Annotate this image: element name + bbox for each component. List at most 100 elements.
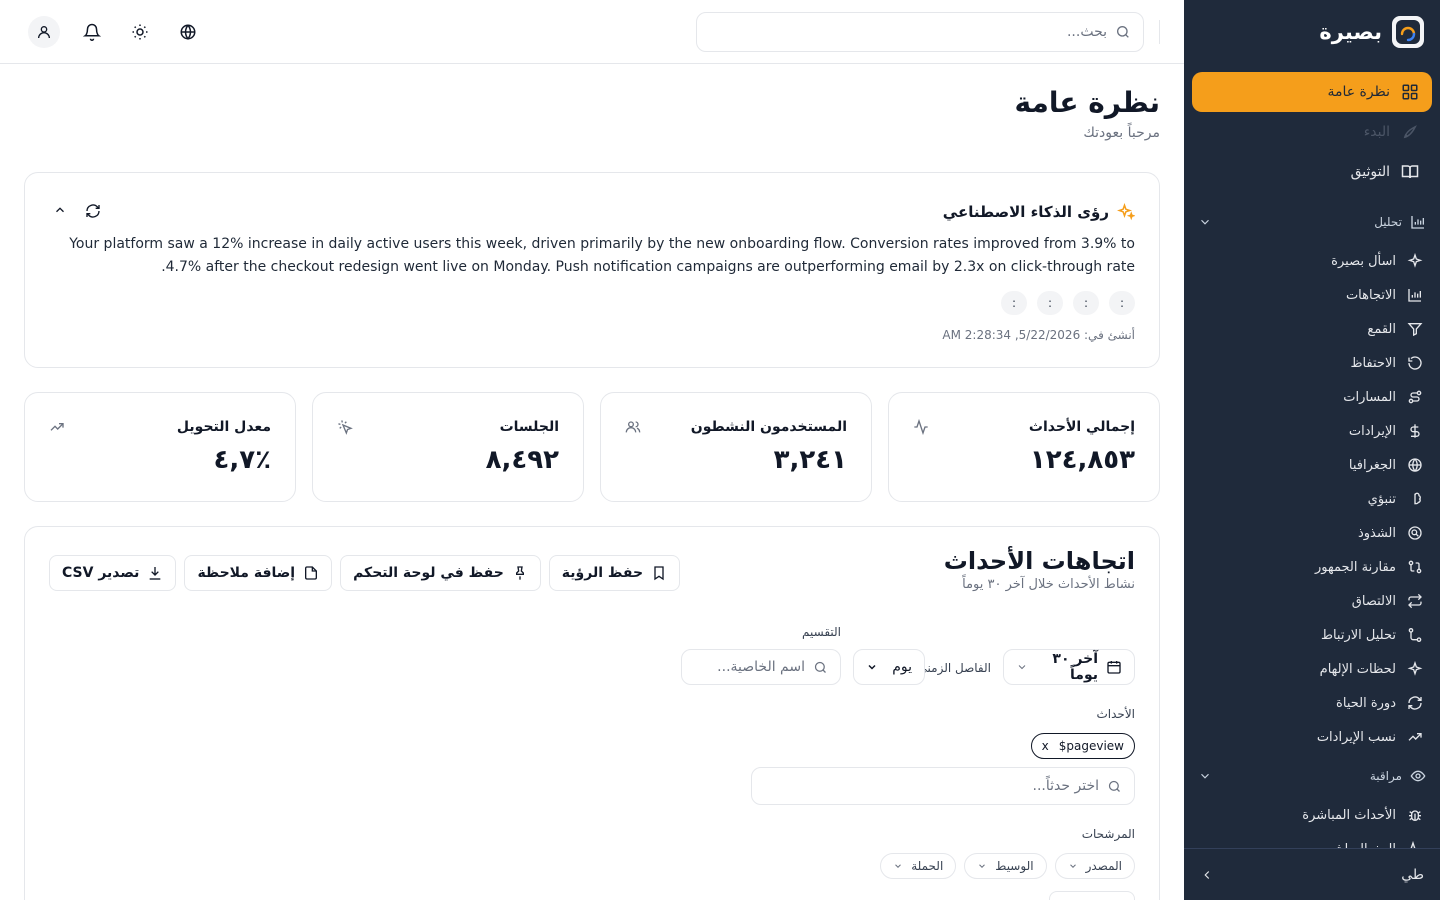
globe-icon (1406, 456, 1424, 474)
save-to-dashboard-button[interactable]: حفظ في لوحة التحكم (340, 555, 541, 591)
scan-icon (1406, 524, 1424, 542)
filter-label: المصدر (1085, 859, 1122, 873)
sidebar-item-overview[interactable]: نظرة عامة (1192, 72, 1432, 112)
divider (1159, 20, 1160, 44)
event-chip-pageview[interactable]: $pageview x (1030, 733, 1135, 759)
sidebar-item-revenue-attribution[interactable]: نسب الإيرادات (1184, 720, 1440, 754)
theme-toggle-button[interactable] (124, 16, 156, 48)
bookmark-icon (651, 565, 667, 581)
stat-value: ٪٤,٧ (213, 445, 272, 475)
sidebar-item-funnel[interactable]: القمع (1184, 312, 1440, 346)
sidebar-item-ask[interactable]: اسأل بصيرة (1184, 244, 1440, 278)
event-select-input[interactable]: اختر حدثاً... (751, 767, 1135, 805)
refresh-icon[interactable] (85, 203, 101, 219)
stat-value: ٨,٤٩٢ (485, 445, 559, 475)
insight-pill[interactable]: : (1001, 291, 1027, 315)
sidebar-item-audience-compare[interactable]: مقارنة الجمهور (1184, 550, 1440, 584)
search-icon (813, 660, 828, 675)
filter-label: الوسيط (995, 859, 1034, 873)
collapse-sidebar-button[interactable]: طي (1184, 848, 1440, 900)
interval-label: الفاصل الزمني (917, 661, 991, 675)
sidebar-item-getting-started[interactable]: البدء (1192, 112, 1432, 152)
trending-up-icon (1406, 728, 1424, 746)
grid-icon (1400, 82, 1420, 102)
sidebar-item-aha-moments[interactable]: لحظات الإلهام (1184, 652, 1440, 686)
sidebar-item-label: تنبؤي (1367, 491, 1396, 507)
sidebar-item-trends[interactable]: الاتجاهات (1184, 278, 1440, 312)
chevron-down-icon (1068, 861, 1078, 871)
sidebar-item-label: التوثيق (1350, 164, 1390, 180)
pointer-click-icon (337, 419, 353, 435)
calendar-icon (1106, 659, 1122, 675)
page-title: نظرة عامة (1014, 86, 1160, 119)
sidebar-item-retention[interactable]: الاحتفاظ (1184, 346, 1440, 380)
sidebar-item-paths[interactable]: المسارات (1184, 380, 1440, 414)
funnel-icon (1406, 320, 1424, 338)
filter-medium[interactable]: الوسيط (964, 853, 1047, 879)
section-monitoring[interactable]: مراقبة (1184, 754, 1440, 798)
dollar-icon (1406, 422, 1424, 440)
sidebar-item-predictive[interactable]: تنبؤي (1184, 482, 1440, 516)
stat-value: ٣,٢٤١ (773, 445, 847, 475)
chevron-down-icon[interactable] (1198, 769, 1212, 783)
trends-title: اتجاهات الأحداث (943, 547, 1135, 575)
button-label: تصدير CSV (62, 565, 140, 581)
stat-label: الجلسات (499, 419, 559, 435)
rotate-icon (1406, 354, 1424, 372)
stat-card-sessions: الجلسات ٨,٤٩٢ (312, 392, 584, 502)
sidebar-item-geography[interactable]: الجغرافيا (1184, 448, 1440, 482)
add-note-button[interactable]: إضافة ملاحظة (184, 555, 333, 591)
event-trends-card: اتجاهات الأحداث نشاط الأحداث خلال آخر ٣٠… (24, 526, 1160, 900)
sidebar-item-stickiness[interactable]: الالتصاق (1184, 584, 1440, 618)
sidebar-item-correlation[interactable]: تحليل الارتباط (1184, 618, 1440, 652)
sidebar-item-docs[interactable]: التوثيق (1192, 152, 1432, 192)
event-placeholder: اختر حدثاً... (1032, 778, 1099, 794)
ai-insights-text: Your platform saw a 12% increase in dail… (69, 236, 1135, 275)
rocket-icon (1400, 122, 1420, 142)
chevron-down-icon[interactable] (1198, 215, 1212, 229)
sidebar-item-label: البدء (1363, 124, 1390, 140)
interval-select[interactable]: يوم (853, 649, 925, 685)
export-csv-button[interactable]: تصدير CSV (49, 555, 177, 591)
sidebar-item-label: الشذوذ (1357, 525, 1396, 541)
sidebar-item-label: مقارنة الجمهور (1315, 559, 1396, 575)
refresh-icon (1406, 694, 1424, 712)
trends-subtitle: نشاط الأحداث خلال آخر ٣٠ يوماً (962, 577, 1135, 592)
breakdown-placeholder: اسم الخاصية... (717, 659, 805, 675)
compare-icon (1406, 558, 1424, 576)
sidebar-item-label: لحظات الإلهام (1319, 661, 1396, 677)
insight-pill[interactable]: : (1037, 291, 1063, 315)
sidebar-item-label: القمع (1367, 321, 1396, 337)
section-analytics[interactable]: تحليل (1184, 200, 1440, 244)
save-view-button[interactable]: حفظ الرؤية (548, 555, 681, 591)
user-avatar-button[interactable] (28, 16, 60, 48)
brand[interactable]: بصيرة (1184, 0, 1440, 64)
filter-value-input[interactable] (1049, 891, 1135, 900)
sparkles-icon (1117, 203, 1135, 221)
trends-actions: تصدير CSV إضافة ملاحظة حفظ في لوحة التحك… (49, 555, 681, 591)
sidebar-item-lifecycle[interactable]: دورة الحياة (1184, 686, 1440, 720)
users-icon (625, 419, 641, 435)
globe-icon (179, 23, 197, 41)
search-input[interactable]: بحث... (696, 12, 1144, 52)
sun-icon (131, 23, 149, 41)
chevron-up-icon[interactable] (53, 203, 67, 219)
sidebar-item-live-events[interactable]: الأحداث المباشرة (1184, 798, 1440, 832)
language-button[interactable] (172, 16, 204, 48)
stat-label: إجمالي الأحداث (1028, 419, 1135, 435)
event-chip-label: $pageview (1058, 739, 1124, 753)
filter-source[interactable]: المصدر (1054, 853, 1135, 879)
route-icon (1406, 388, 1424, 406)
button-label: حفظ في لوحة التحكم (353, 565, 504, 581)
sidebar-item-revenue[interactable]: الإيرادات (1184, 414, 1440, 448)
insight-pill[interactable]: : (1109, 291, 1135, 315)
logo-icon (1392, 16, 1424, 48)
sidebar-nav: نظرة عامة البدء التوثيق (1184, 64, 1440, 200)
date-range-select[interactable]: آخر ٣٠ يوماً (1003, 649, 1135, 685)
notifications-button[interactable] (76, 16, 108, 48)
insight-pill[interactable]: : (1073, 291, 1099, 315)
remove-event-button[interactable]: x (1042, 739, 1049, 753)
breakdown-property-input[interactable]: اسم الخاصية... (681, 649, 841, 685)
filter-campaign[interactable]: الحملة (880, 853, 957, 879)
sidebar-item-anomaly[interactable]: الشذوذ (1184, 516, 1440, 550)
